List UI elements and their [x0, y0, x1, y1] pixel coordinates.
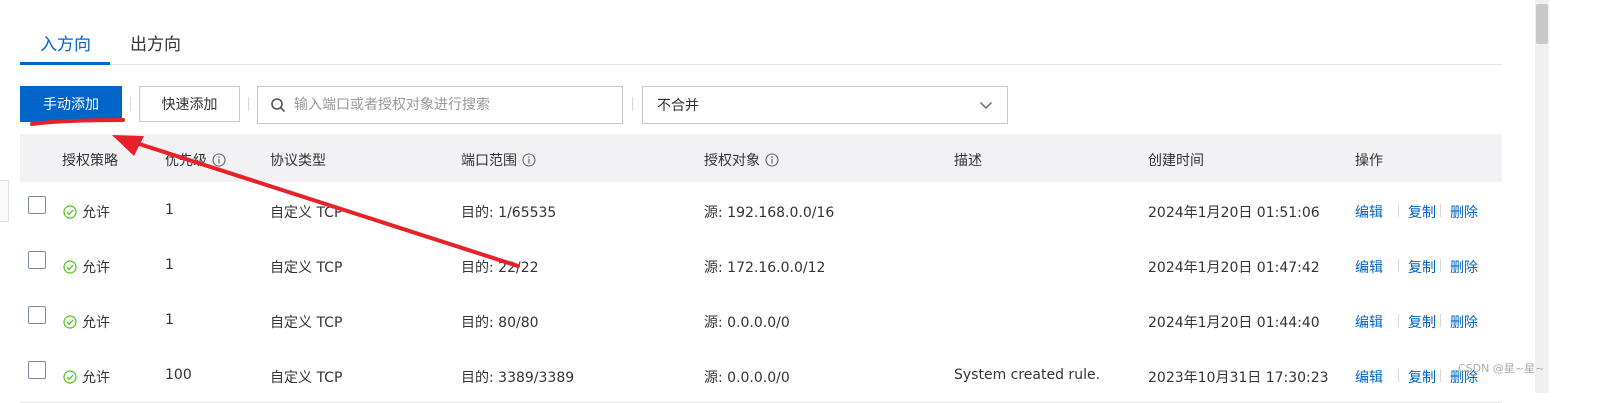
created-cell: 2024年1月20日 01:44:40	[1148, 315, 1320, 331]
port-cell: 目的: 22/22	[461, 260, 539, 276]
toolbar-divider	[248, 97, 249, 111]
check-circle-icon	[63, 315, 77, 329]
info-icon[interactable]	[522, 153, 536, 167]
policy-label: 允许	[82, 205, 110, 221]
action-divider	[1440, 369, 1441, 382]
copy-link[interactable]: 复制	[1408, 312, 1436, 332]
policy-status: 允许	[63, 202, 110, 222]
header-policy: 授权策略	[62, 153, 118, 169]
priority-cell: 1	[165, 312, 174, 328]
policy-label: 允许	[82, 370, 110, 386]
header-description: 描述	[954, 153, 982, 169]
search-icon	[271, 98, 286, 113]
header-created: 创建时间	[1148, 153, 1204, 169]
table-row: 允许 1 自定义 TCP 目的: 1/65535 源: 192.168.0.0/…	[20, 182, 1502, 238]
protocol-cell: 自定义 TCP	[270, 315, 343, 331]
merge-select[interactable]: 不合并	[642, 86, 1008, 124]
header-port-range-label: 端口范围	[461, 153, 517, 169]
protocol-cell: 自定义 TCP	[270, 370, 343, 386]
source-cell: 源: 0.0.0.0/0	[704, 370, 790, 386]
tab-outbound[interactable]: 出方向	[130, 30, 181, 55]
vertical-scrollbar[interactable]	[1535, 0, 1549, 393]
source-cell: 源: 0.0.0.0/0	[704, 315, 790, 331]
action-divider	[1398, 204, 1399, 217]
delete-link[interactable]: 删除	[1450, 202, 1478, 222]
port-cell: 目的: 80/80	[461, 315, 539, 331]
row-checkbox[interactable]	[28, 196, 46, 214]
header-actions: 操作	[1355, 153, 1383, 169]
merge-select-value: 不合并	[657, 98, 699, 114]
manual-add-button[interactable]: 手动添加	[20, 86, 122, 122]
created-cell: 2023年10月31日 17:30:23	[1148, 370, 1329, 386]
copy-link[interactable]: 复制	[1408, 202, 1436, 222]
priority-cell: 1	[165, 202, 174, 218]
watermark: CSDN @星~星~	[1458, 362, 1545, 375]
edit-link[interactable]: 编辑	[1355, 202, 1383, 222]
edit-link[interactable]: 编辑	[1355, 312, 1383, 332]
check-circle-icon	[63, 260, 77, 274]
quick-add-button[interactable]: 快速添加	[139, 86, 240, 122]
policy-label: 允许	[82, 260, 110, 276]
header-port-range: 端口范围	[461, 150, 536, 170]
description-cell: System created rule.	[954, 367, 1101, 383]
table-row: 允许 100 自定义 TCP 目的: 3389/3389 源: 0.0.0.0/…	[20, 347, 1502, 403]
toolbar-divider	[632, 97, 633, 111]
copy-link[interactable]: 复制	[1408, 257, 1436, 277]
header-priority: 优先级	[165, 150, 226, 170]
delete-link[interactable]: 删除	[1450, 257, 1478, 277]
port-cell: 目的: 3389/3389	[461, 370, 575, 386]
edit-link[interactable]: 编辑	[1355, 367, 1383, 387]
delete-link[interactable]: 删除	[1450, 312, 1478, 332]
chevron-down-icon	[980, 102, 992, 109]
protocol-cell: 自定义 TCP	[270, 205, 343, 221]
protocol-cell: 自定义 TCP	[270, 260, 343, 276]
source-cell: 源: 192.168.0.0/16	[704, 205, 835, 221]
edit-link[interactable]: 编辑	[1355, 257, 1383, 277]
policy-status: 允许	[63, 312, 110, 332]
active-tab-indicator	[20, 62, 110, 65]
table-header: 授权策略 优先级 协议类型 端口范围 授权对象 描述 创建时间 操作	[20, 134, 1502, 183]
check-circle-icon	[63, 370, 77, 384]
copy-link[interactable]: 复制	[1408, 367, 1436, 387]
header-auth-object: 授权对象	[704, 150, 779, 170]
toolbar-divider	[130, 97, 131, 111]
action-divider	[1398, 314, 1399, 327]
side-collapse-handle[interactable]	[0, 180, 9, 222]
table-row: 允许 1 自定义 TCP 目的: 80/80 源: 0.0.0.0/0 2024…	[20, 292, 1502, 348]
port-cell: 目的: 1/65535	[461, 205, 557, 221]
header-auth-object-label: 授权对象	[704, 153, 760, 169]
direction-tabs: 入方向 出方向	[20, 0, 1502, 65]
row-checkbox[interactable]	[28, 306, 46, 324]
header-protocol: 协议类型	[270, 153, 326, 169]
scrollbar-thumb[interactable]	[1536, 4, 1548, 44]
source-cell: 源: 172.16.0.0/12	[704, 260, 826, 276]
header-priority-label: 优先级	[165, 153, 207, 169]
tab-inbound[interactable]: 入方向	[40, 30, 91, 55]
action-divider	[1440, 204, 1441, 217]
info-icon[interactable]	[765, 153, 779, 167]
policy-label: 允许	[82, 315, 110, 331]
created-cell: 2024年1月20日 01:51:06	[1148, 205, 1320, 221]
action-divider	[1398, 259, 1399, 272]
table-row: 允许 1 自定义 TCP 目的: 22/22 源: 172.16.0.0/12 …	[20, 237, 1502, 293]
search-input[interactable]	[292, 96, 616, 114]
action-divider	[1440, 259, 1441, 272]
row-checkbox[interactable]	[28, 251, 46, 269]
created-cell: 2024年1月20日 01:47:42	[1148, 260, 1320, 276]
row-checkbox[interactable]	[28, 361, 46, 379]
policy-status: 允许	[63, 257, 110, 277]
info-icon[interactable]	[212, 153, 226, 167]
check-circle-icon	[63, 205, 77, 219]
action-divider	[1440, 314, 1441, 327]
priority-cell: 1	[165, 257, 174, 273]
action-divider	[1398, 369, 1399, 382]
search-box[interactable]	[257, 86, 623, 124]
policy-status: 允许	[63, 367, 110, 387]
priority-cell: 100	[165, 367, 192, 383]
